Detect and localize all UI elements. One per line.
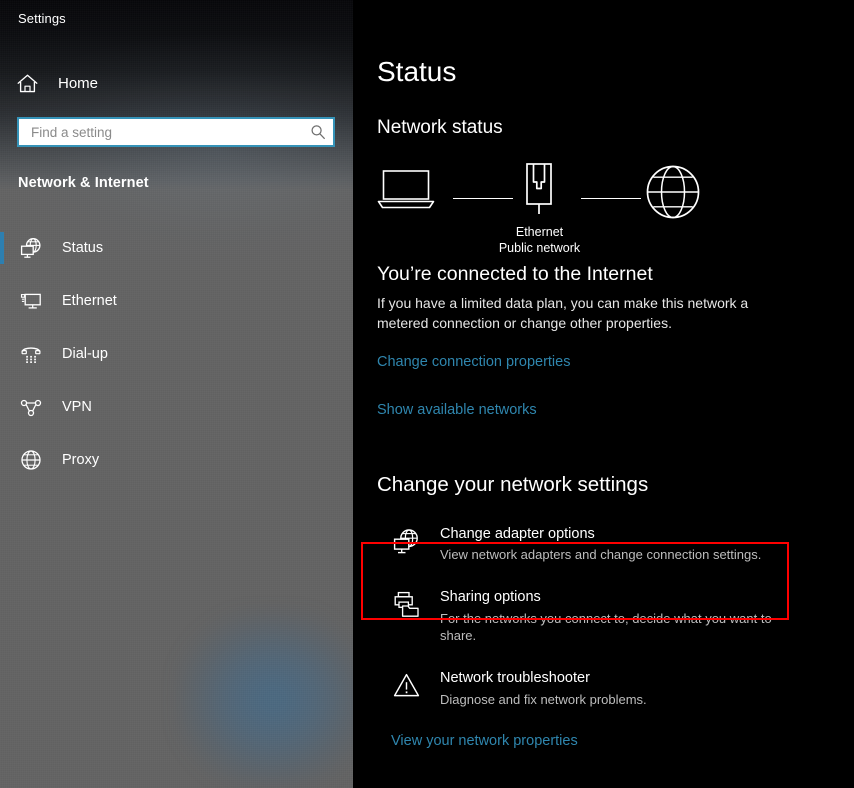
option-sharing-options[interactable]: Sharing options For the networks you con… (377, 576, 790, 657)
diagram-network-type: Public network (498, 241, 581, 255)
option-title: Network troubleshooter (440, 669, 590, 686)
sidebar-item-status[interactable]: Status (0, 229, 353, 267)
link-show-available-networks[interactable]: Show available networks (377, 402, 537, 418)
sidebar-item-status-label: Status (62, 240, 104, 256)
network-adapter-icon (391, 527, 421, 557)
option-title: Sharing options (440, 588, 541, 605)
diagram-adapter-name: Ethernet (515, 225, 564, 239)
sharing-printer-folder-icon (391, 590, 421, 620)
laptop-icon (377, 168, 435, 210)
sidebar-item-proxy-label: Proxy (62, 452, 100, 468)
sidebar-item-home-label: Home (58, 74, 99, 92)
option-title: Change adapter options (440, 525, 595, 542)
connection-title: You’re connected to the Internet (377, 263, 653, 285)
sidebar-item-ethernet-label: Ethernet (62, 293, 117, 309)
page-title: Status (377, 56, 457, 87)
warning-triangle-icon (391, 671, 421, 701)
vpn-nodes-icon (18, 394, 44, 420)
network-status-heading: Network status (377, 117, 503, 138)
selection-indicator (0, 232, 4, 264)
option-description: View network adapters and change connect… (440, 547, 762, 563)
option-change-adapter-options[interactable]: Change adapter options View network adap… (377, 513, 790, 576)
home-icon (14, 70, 40, 96)
app-title: Settings (18, 11, 66, 26)
globe-icon (18, 447, 44, 473)
search-box[interactable] (17, 117, 335, 147)
sidebar: Settings Home Find a setting Network & I… (0, 0, 353, 788)
sidebar-item-dialup[interactable]: Dial-up (0, 335, 353, 373)
main-content: Status Network status Ethernet Public ne… (353, 0, 854, 788)
connection-description: If you have a limited data plan, you can… (377, 295, 749, 332)
sidebar-nav: Status Ethernet Dial-up VPN Proxy (0, 229, 353, 494)
link-change-connection-properties[interactable]: Change connection properties (377, 354, 570, 370)
sidebar-item-ethernet[interactable]: Ethernet (0, 282, 353, 320)
search-input[interactable] (19, 119, 303, 145)
diagram-wire-left (453, 198, 513, 199)
network-diagram: Ethernet Public network (377, 162, 854, 258)
sidebar-item-vpn[interactable]: VPN (0, 388, 353, 426)
sidebar-item-vpn-label: VPN (62, 399, 92, 415)
diagram-labels: Ethernet Public network (377, 224, 702, 256)
ethernet-monitor-icon (18, 288, 44, 314)
diagram-wire-right (581, 198, 641, 199)
search-icon[interactable] (303, 124, 333, 140)
globe-icon (645, 164, 701, 220)
network-status-icon (18, 235, 44, 261)
telephone-icon (18, 341, 44, 367)
settings-window: Settings Home Find a setting Network & I… (0, 0, 854, 788)
sidebar-accent-blob (178, 612, 353, 787)
ethernet-port-icon (518, 162, 560, 220)
option-description: For the networks you connect to, decide … (440, 610, 772, 644)
option-network-troubleshooter[interactable]: Network troubleshooter Diagnose and fix … (377, 657, 790, 720)
network-settings-options: Change adapter options View network adap… (377, 513, 854, 721)
sidebar-item-dialup-label: Dial-up (62, 346, 108, 362)
sidebar-item-proxy[interactable]: Proxy (0, 441, 353, 479)
sidebar-item-home[interactable]: Home (14, 68, 98, 98)
sidebar-category-title: Network & Internet (18, 175, 149, 191)
option-description: Diagnose and fix network problems. (440, 691, 647, 707)
link-view-network-properties[interactable]: View your network properties (391, 733, 578, 749)
change-settings-heading: Change your network settings (377, 472, 649, 496)
